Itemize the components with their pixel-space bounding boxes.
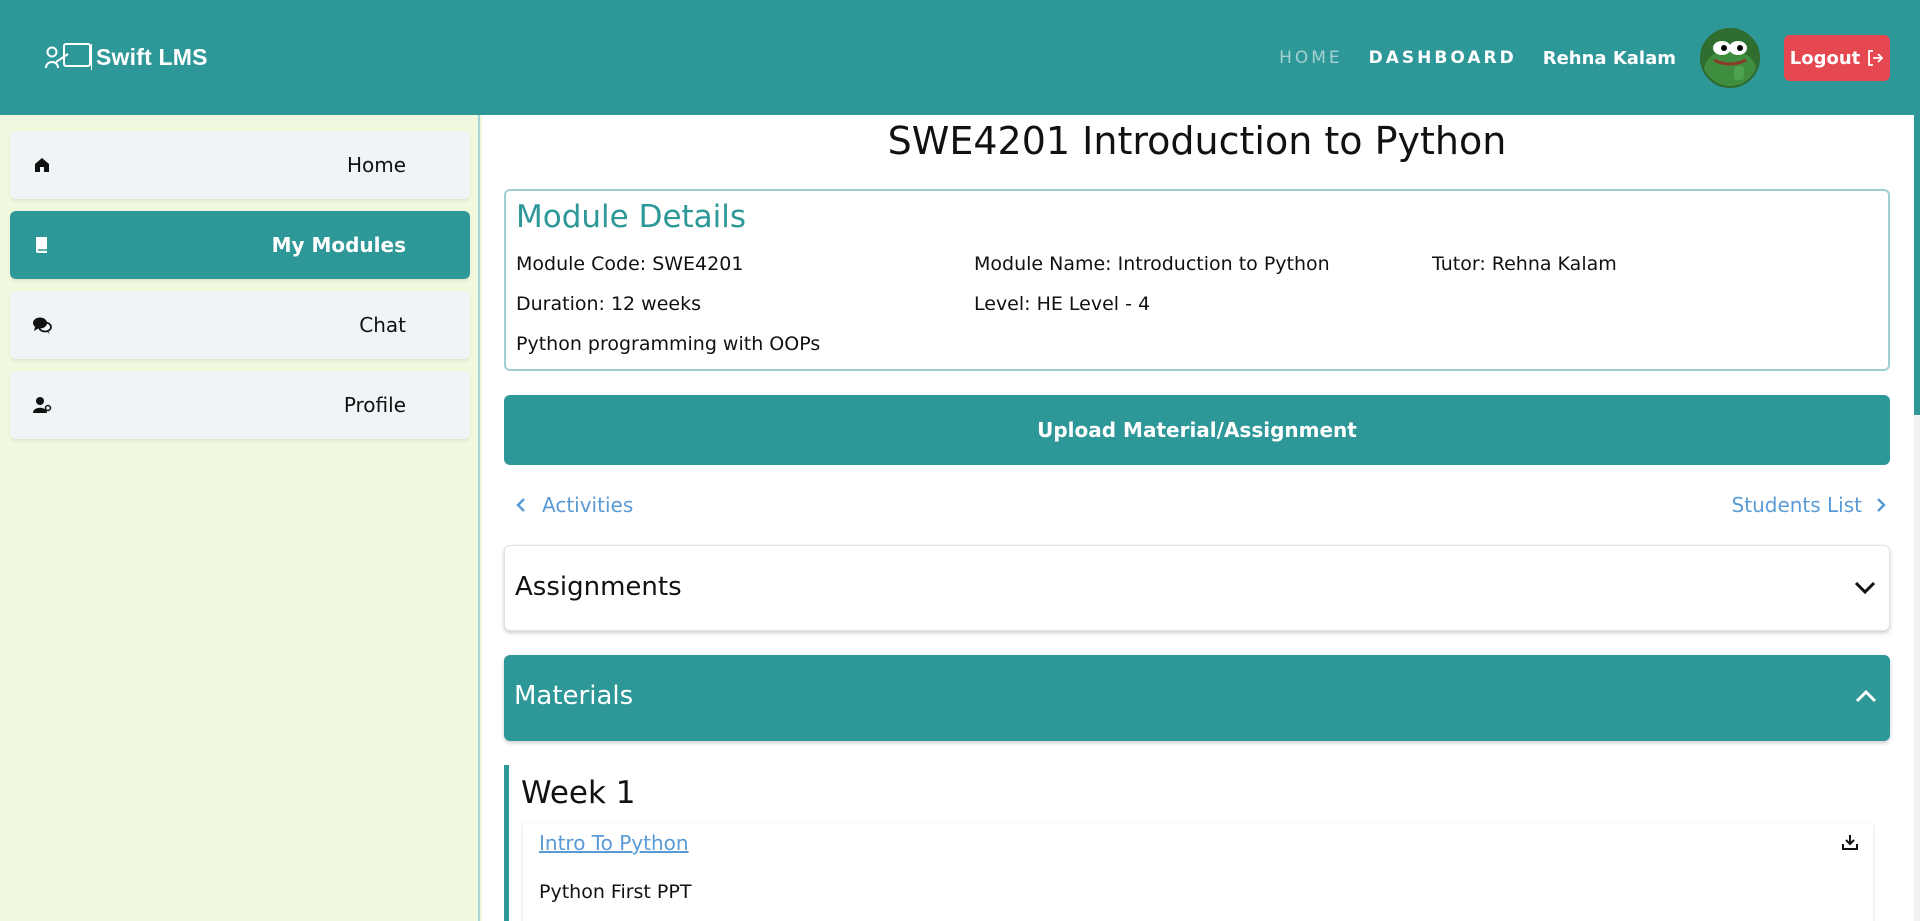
logout-button[interactable]: Logout (1784, 35, 1890, 81)
brand-name: Swift LMS (96, 43, 208, 70)
user-name[interactable]: Rehna Kalam (1543, 48, 1676, 69)
sidebar-item-profile[interactable]: Profile (10, 371, 470, 439)
material-link[interactable]: Intro To Python (539, 831, 689, 855)
chevron-down-icon (1854, 581, 1876, 595)
top-nav: HOME DASHBOARD Rehna Kalam Logout (1279, 26, 1890, 90)
sidebar-item-label: Chat (359, 313, 406, 337)
module-details-card: Module Details Module Code: SWE4201 Modu… (504, 189, 1890, 371)
logout-icon (1868, 50, 1884, 66)
sidebar-item-label: Home (346, 153, 406, 177)
download-icon[interactable] (1841, 833, 1859, 851)
next-students-list-link[interactable]: Students List (1732, 493, 1890, 517)
chevron-left-icon (516, 498, 525, 512)
sidebar-item-home[interactable]: Home (10, 131, 470, 199)
top-navbar: Swift LMS HOME DASHBOARD Rehna Kalam Log… (0, 0, 1920, 115)
sidebar-item-my-modules[interactable]: My Modules (10, 211, 470, 279)
brand-logo[interactable]: Swift LMS (44, 42, 208, 72)
prev-activities-link[interactable]: Activities (512, 493, 633, 517)
module-code: Module Code: SWE4201 (516, 253, 744, 275)
sidebar-item-label: Profile (343, 393, 406, 417)
sidebar-item-chat[interactable]: Chat (10, 291, 470, 359)
week-title: Week 1 (521, 775, 636, 811)
material-description: Python First PPT (539, 881, 692, 903)
main-scrollbar[interactable] (1914, 115, 1920, 921)
book-icon (36, 237, 47, 253)
teacher-board-icon (45, 43, 92, 70)
module-description: Python programming with OOPs (516, 333, 821, 355)
module-duration: Duration: 12 weeks (516, 293, 701, 315)
chevron-up-icon (1855, 689, 1877, 703)
assignments-accordion[interactable]: Assignments (504, 545, 1890, 631)
module-name: Module Name: Introduction to Python (974, 253, 1330, 275)
logout-label: Logout (1789, 47, 1861, 69)
material-item: Intro To Python Python First PPT (523, 823, 1873, 921)
page-title: SWE4201 Introduction to Python (887, 119, 1507, 163)
module-level: Level: HE Level - 4 (974, 293, 1151, 315)
nav-dashboard[interactable]: DASHBOARD (1369, 48, 1517, 68)
chat-icon (33, 317, 52, 334)
upload-material-button[interactable]: Upload Material/Assignment (504, 395, 1890, 465)
materials-label: Materials (514, 681, 634, 711)
week-section: Week 1 Intro To Python Python First PPT (504, 765, 1890, 921)
upload-label: Upload Material/Assignment (1037, 418, 1357, 442)
prev-label: Activities (542, 493, 634, 517)
next-label: Students List (1731, 493, 1862, 517)
module-details-title: Module Details (516, 199, 747, 235)
user-gear-icon (33, 397, 52, 413)
module-tutor: Tutor: Rehna Kalam (1432, 253, 1617, 275)
frog-avatar-icon (1702, 30, 1758, 86)
materials-accordion[interactable]: Materials (504, 655, 1890, 741)
home-icon (35, 158, 49, 172)
avatar[interactable] (1700, 28, 1760, 88)
assignments-label: Assignments (515, 572, 682, 602)
sidebar-item-label: My Modules (271, 233, 406, 257)
sidebar: Home My Modules Chat Profile (0, 115, 480, 921)
main-content: SWE4201 Introduction to Python Module De… (482, 115, 1914, 921)
scrollbar-thumb[interactable] (1914, 115, 1920, 415)
nav-home[interactable]: HOME (1279, 48, 1343, 68)
chevron-right-icon (1877, 498, 1886, 512)
